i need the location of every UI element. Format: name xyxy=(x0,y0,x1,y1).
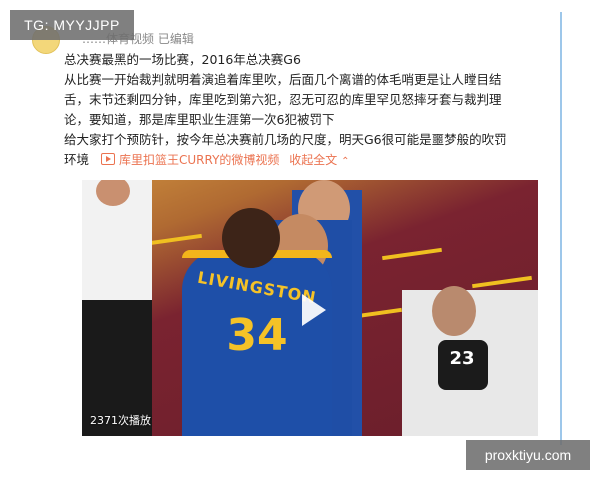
referee-head xyxy=(432,286,476,336)
video-icon xyxy=(101,153,115,165)
view-count: 2371次播放 xyxy=(90,414,151,427)
video-source-label: 库里扣篮王CURRY的微博视频 xyxy=(119,153,280,167)
post-line-text: 环境 xyxy=(64,152,90,167)
referee-left xyxy=(82,180,152,436)
video-source-link[interactable]: 库里扣篮王CURRY的微博视频 收起全文 ⌃ xyxy=(101,150,349,172)
watermark-top-left: TG: MYYJJPP xyxy=(10,10,134,40)
video-player[interactable]: LIVINGSTON 34 23 2371次播放 xyxy=(82,180,538,436)
post-line: 总决赛最黑的一场比赛，2016年总决赛G6 xyxy=(64,52,301,67)
post-line: 舌，末节还剩四分钟，库里吃到第六犯，忍无可忍的库里罕见怒摔牙套与裁判理 xyxy=(64,92,502,107)
post-line: 给大家打个预防针，按今年总决赛前几场的尺度，明天G6很可能是噩梦般的吹罚 xyxy=(64,132,507,147)
post-line-last: 环境 库里扣篮王CURRY的微博视频 收起全文 ⌃ xyxy=(64,150,544,172)
post-body: 总决赛最黑的一场比赛，2016年总决赛G6 从比赛一开始裁判就明着演追着库里吹，… xyxy=(64,50,544,172)
post-line: 论，要知道，那是库里职业生涯第一次6犯被罚下 xyxy=(64,112,335,127)
player-foreground: LIVINGSTON 34 xyxy=(182,208,332,436)
referee-right: 23 xyxy=(402,286,538,436)
post-line: 从比赛一开始裁判就明着演追着库里吹，后面几个离谱的体毛哨更是让人瞠目结 xyxy=(64,72,502,87)
collapse-text-link[interactable]: 收起全文 xyxy=(289,153,337,167)
watermark-bottom-right: proxktiyu.com xyxy=(466,440,590,470)
referee-head xyxy=(96,180,130,206)
player-head xyxy=(222,208,280,268)
play-icon[interactable] xyxy=(292,290,332,330)
referee-number: 23 xyxy=(449,348,475,369)
chevron-up-icon[interactable]: ⌃ xyxy=(341,156,349,167)
